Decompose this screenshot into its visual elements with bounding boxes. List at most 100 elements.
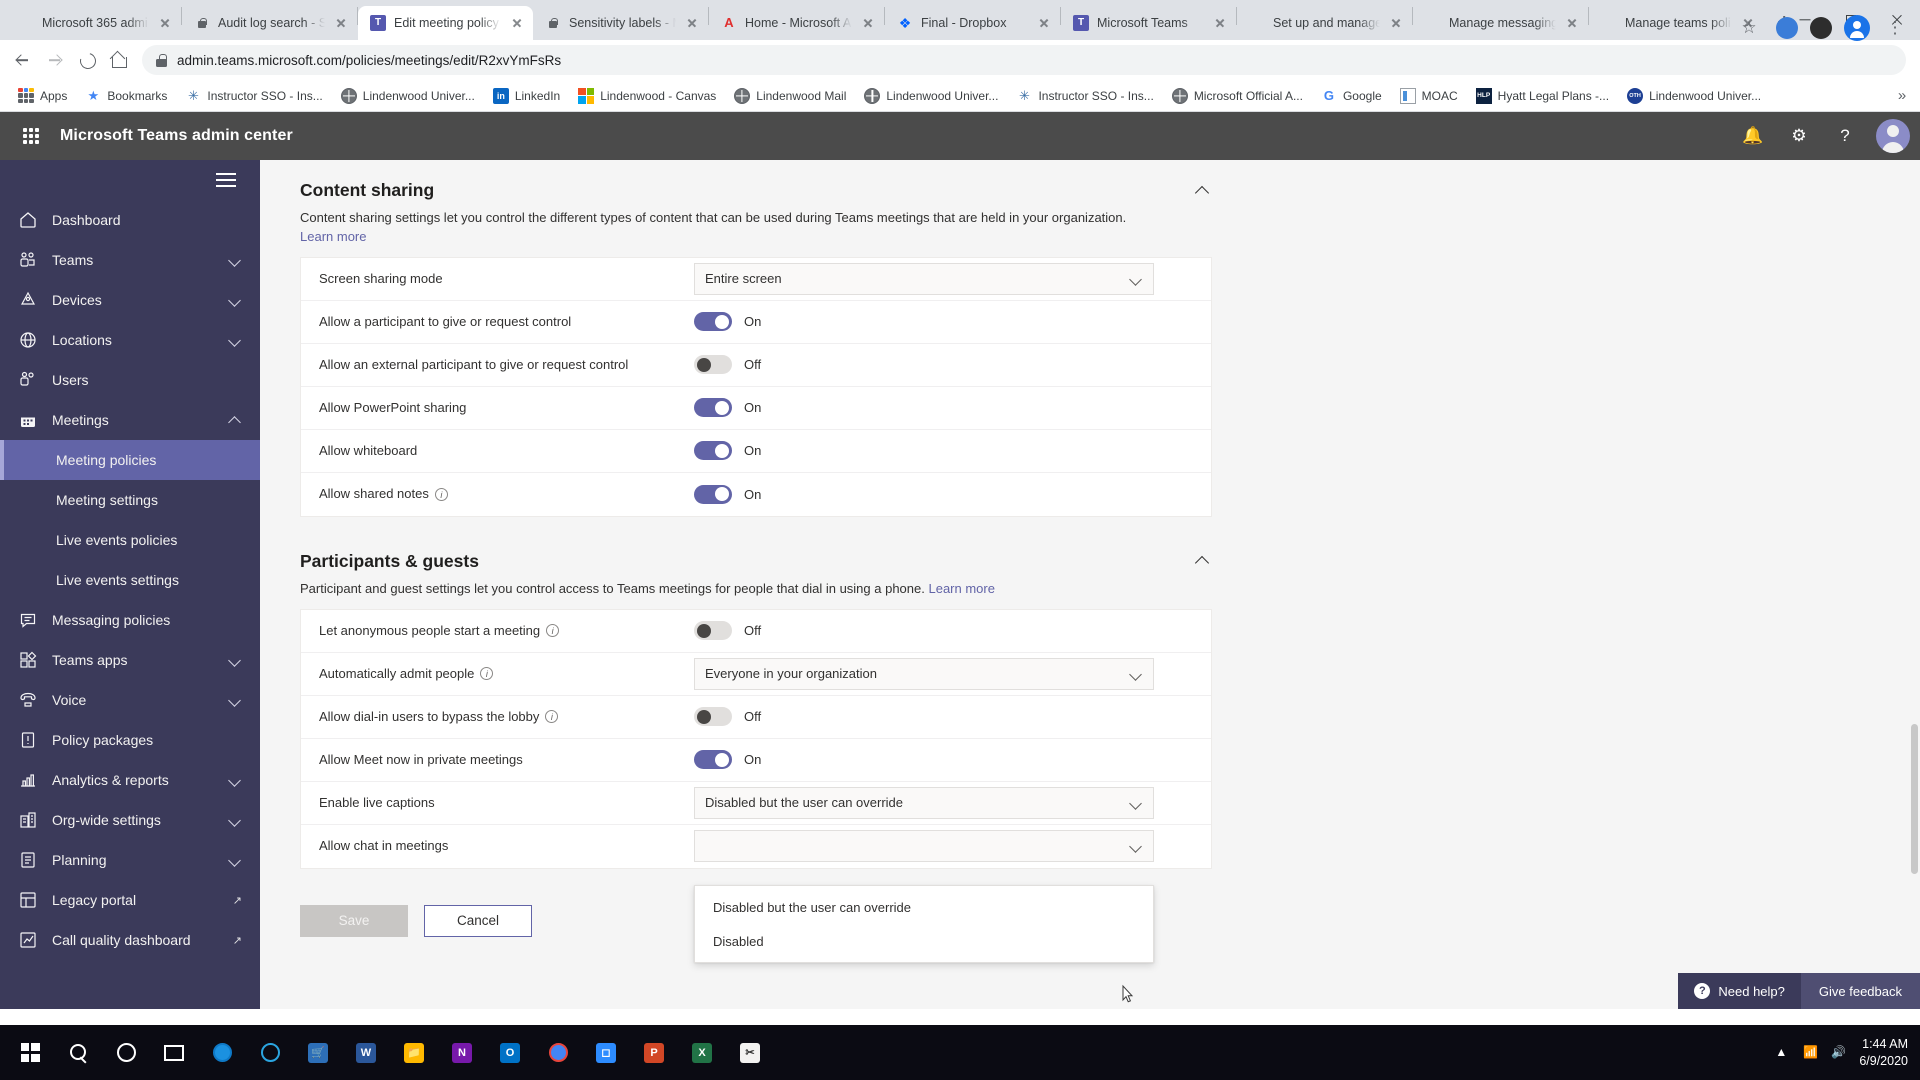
task-view-button[interactable]: [150, 1025, 198, 1080]
info-icon[interactable]: [480, 667, 494, 681]
bookmark-instructor-sso-2[interactable]: Instructor SSO - Ins...: [1008, 85, 1161, 107]
save-button[interactable]: Save: [300, 904, 408, 937]
screen-sharing-mode-dropdown[interactable]: Entire screen: [694, 262, 1154, 295]
enable-live-captions-dropdown[interactable]: Disabled but the user can override: [694, 786, 1154, 819]
bookmark-hyatt-legal[interactable]: Hyatt Legal Plans -...: [1468, 85, 1617, 107]
forward-icon[interactable]: [40, 45, 70, 75]
sidebar-item-org-wide-settings[interactable]: Org-wide settings: [0, 800, 260, 840]
profile-avatar[interactable]: [1844, 14, 1870, 41]
info-icon[interactable]: [546, 624, 560, 638]
reload-icon[interactable]: [72, 45, 102, 75]
chevron-up-icon[interactable]: ▲: [1775, 1045, 1791, 1061]
chevron-up-icon[interactable]: [1192, 551, 1212, 571]
learn-more-link[interactable]: Learn more: [928, 581, 994, 596]
sidebar-item-voice[interactable]: Voice: [0, 680, 260, 720]
zoom-button[interactable]: ◻: [582, 1025, 630, 1080]
meet-now-private-toggle[interactable]: [694, 750, 732, 770]
scrollbar-thumb[interactable]: [1911, 724, 1918, 874]
browser-tab-0[interactable]: Microsoft 365 admi: [6, 6, 181, 40]
close-icon[interactable]: [157, 15, 173, 31]
avatar[interactable]: [1876, 119, 1910, 153]
search-button[interactable]: [54, 1025, 102, 1080]
info-icon[interactable]: [434, 487, 448, 501]
browser-tab-1[interactable]: Audit log search - S: [182, 6, 357, 40]
browser-tab-5[interactable]: Final - Dropbox: [885, 6, 1060, 40]
bookmark-lindenwood-univ-2[interactable]: Lindenwood Univer...: [856, 85, 1006, 107]
shared-notes-toggle[interactable]: [694, 484, 732, 504]
bookmark-lindenwood-univ-3[interactable]: Lindenwood Univer...: [1619, 85, 1769, 107]
taskbar-clock[interactable]: 1:44 AM 6/9/2020: [1859, 1036, 1908, 1070]
sidebar-item-devices[interactable]: Devices: [0, 280, 260, 320]
sidebar-item-live-events-policies[interactable]: Live events policies: [0, 520, 260, 560]
start-button[interactable]: [6, 1025, 54, 1080]
bookmark-microsoft-official[interactable]: Microsoft Official A...: [1164, 85, 1311, 107]
give-feedback-button[interactable]: Give feedback: [1800, 973, 1920, 1009]
sidebar-item-messaging-policies[interactable]: Messaging policies: [0, 600, 260, 640]
bookmark-lindenwood-mail[interactable]: Lindenwood Mail: [726, 85, 854, 107]
bookmark-lindenwood-univ-1[interactable]: Lindenwood Univer...: [333, 85, 483, 107]
store-button[interactable]: 🛒: [294, 1025, 342, 1080]
participant-control-toggle[interactable]: [694, 312, 732, 332]
browser-tab-2-active[interactable]: Edit meeting policy: [358, 6, 533, 40]
dropdown-option-disabled-but-override[interactable]: Disabled but the user can override: [695, 890, 1153, 924]
sidebar-item-planning[interactable]: Planning: [0, 840, 260, 880]
back-icon[interactable]: [8, 45, 38, 75]
snip-button[interactable]: ✂: [726, 1025, 774, 1080]
address-bar[interactable]: admin.teams.microsoft.com/policies/meeti…: [142, 45, 1906, 75]
bookmark-instructor-sso-1[interactable]: Instructor SSO - Ins...: [177, 85, 330, 107]
bookmark-star-icon[interactable]: [1734, 13, 1764, 43]
app-launcher-icon[interactable]: [14, 119, 48, 153]
sidebar-item-legacy-portal[interactable]: Legacy portal ↗: [0, 880, 260, 920]
bookmarks-overflow-icon[interactable]: [1892, 86, 1912, 106]
close-icon[interactable]: [1036, 15, 1052, 31]
bookmark-moac[interactable]: MOAC: [1392, 85, 1466, 107]
browser-tab-7[interactable]: Set up and manage: [1237, 6, 1412, 40]
chrome-button[interactable]: [534, 1025, 582, 1080]
close-icon[interactable]: [333, 15, 349, 31]
sidebar-item-teams[interactable]: Teams: [0, 240, 260, 280]
gear-icon[interactable]: ⚙: [1778, 115, 1820, 157]
notifications-icon[interactable]: 🔔: [1732, 115, 1774, 157]
bookmark-bookmarks[interactable]: Bookmarks: [77, 85, 175, 107]
close-icon[interactable]: [684, 15, 700, 31]
learn-more-link[interactable]: Learn more: [300, 229, 366, 244]
close-icon[interactable]: [860, 15, 876, 31]
browser-menu-icon[interactable]: [1882, 15, 1908, 41]
close-icon[interactable]: [1388, 15, 1404, 31]
bookmark-apps[interactable]: Apps: [10, 85, 75, 107]
sidebar-item-call-quality-dashboard[interactable]: Call quality dashboard ↗: [0, 920, 260, 960]
bookmark-linkedin[interactable]: LinkedIn: [485, 85, 568, 107]
sidebar-item-users[interactable]: Users: [0, 360, 260, 400]
edge-button[interactable]: [198, 1025, 246, 1080]
sidebar-item-meetings[interactable]: Meetings: [0, 400, 260, 440]
sidebar-item-policy-packages[interactable]: Policy packages: [0, 720, 260, 760]
sidebar-item-locations[interactable]: Locations: [0, 320, 260, 360]
hamburger-menu-icon[interactable]: [0, 160, 260, 200]
cortana-button[interactable]: [102, 1025, 150, 1080]
network-icon[interactable]: 📶: [1803, 1045, 1819, 1061]
powerpoint-sharing-toggle[interactable]: [694, 398, 732, 418]
extension-icon-1[interactable]: [1776, 16, 1798, 39]
chevron-up-icon[interactable]: [1192, 181, 1212, 201]
browser-tab-3[interactable]: Sensitivity labels - M: [533, 6, 708, 40]
extension-icon-2[interactable]: [1810, 16, 1832, 39]
outlook-button[interactable]: O: [486, 1025, 534, 1080]
sidebar-item-dashboard[interactable]: Dashboard: [0, 200, 260, 240]
whiteboard-toggle[interactable]: [694, 441, 732, 461]
ie-button[interactable]: [246, 1025, 294, 1080]
sidebar-item-live-events-settings[interactable]: Live events settings: [0, 560, 260, 600]
external-participant-control-toggle[interactable]: [694, 355, 732, 375]
allow-chat-in-meetings-dropdown[interactable]: [694, 830, 1154, 863]
volume-icon[interactable]: 🔊: [1831, 1045, 1847, 1061]
close-icon[interactable]: [1212, 15, 1228, 31]
explorer-button[interactable]: 📁: [390, 1025, 438, 1080]
help-icon[interactable]: ?: [1824, 115, 1866, 157]
automatically-admit-people-dropdown[interactable]: Everyone in your organization: [694, 657, 1154, 690]
browser-tab-8[interactable]: Manage messaging: [1413, 6, 1588, 40]
browser-tab-6[interactable]: Microsoft Teams: [1061, 6, 1236, 40]
home-icon[interactable]: [104, 45, 134, 75]
sidebar-item-analytics-reports[interactable]: Analytics & reports: [0, 760, 260, 800]
need-help-button[interactable]: ? Need help?: [1678, 973, 1801, 1009]
sidebar-item-teams-apps[interactable]: Teams apps: [0, 640, 260, 680]
cancel-button[interactable]: Cancel: [424, 904, 532, 937]
